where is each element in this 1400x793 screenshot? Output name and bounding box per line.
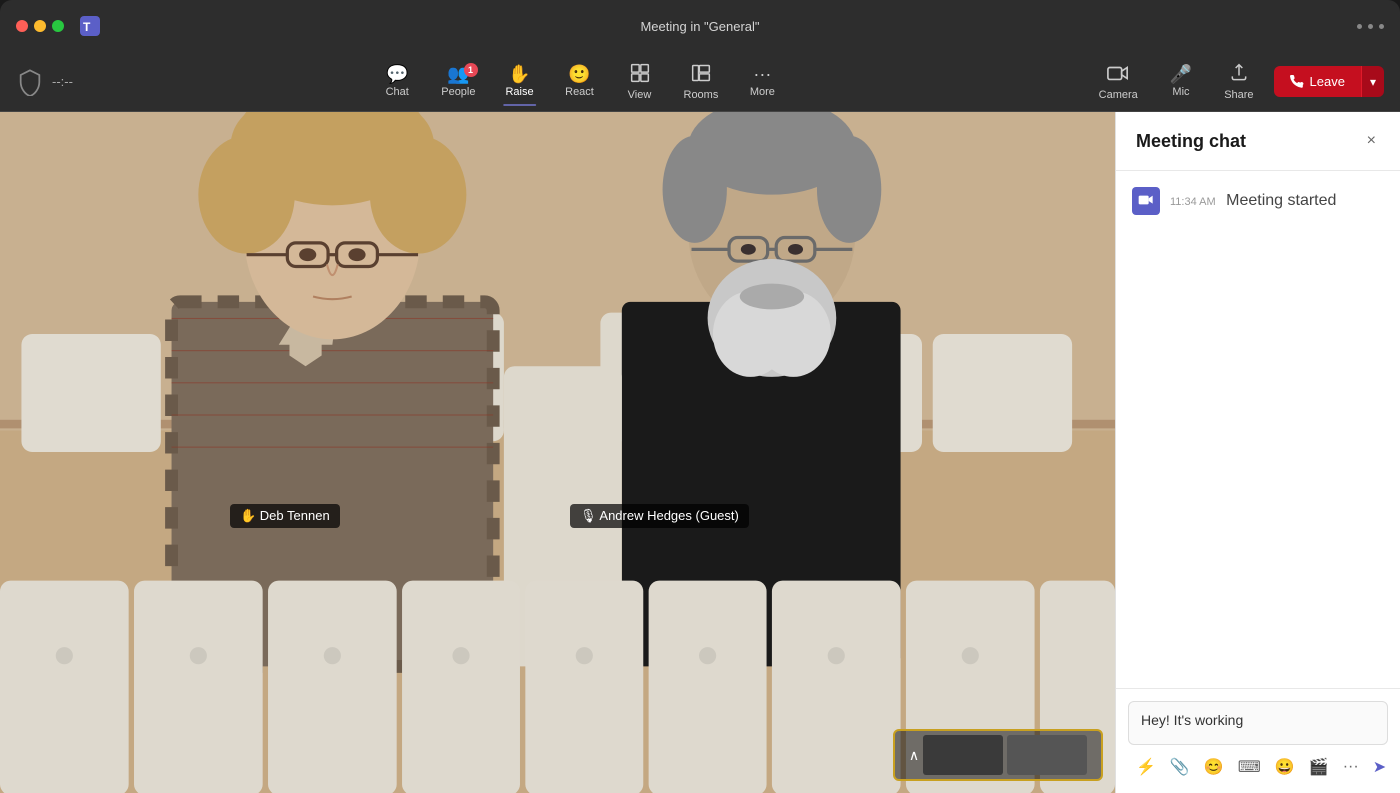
person-left-name: ✋ Deb Tennen bbox=[230, 504, 340, 528]
camera-icon bbox=[1107, 63, 1129, 86]
people-button[interactable]: 👥 People 1 bbox=[429, 61, 487, 102]
react-label: React bbox=[565, 86, 594, 98]
video-area: ✋ Deb Tennen 🎙 Andrew Hedges (Guest) ∧ bbox=[0, 112, 1115, 793]
chat-close-button[interactable]: × bbox=[1363, 128, 1380, 154]
svg-text:T: T bbox=[83, 20, 91, 34]
teams-logo-icon: T bbox=[80, 16, 100, 36]
people-label: People bbox=[441, 86, 475, 98]
toolbar-center: 💬 Chat 👥 People 1 ✋ Raise 🙂 React bbox=[369, 59, 790, 105]
menu-dot-3 bbox=[1379, 24, 1384, 29]
mic-button[interactable]: 🎤 Mic bbox=[1158, 61, 1204, 102]
rooms-icon bbox=[691, 63, 711, 86]
share-button[interactable]: Share bbox=[1212, 59, 1265, 105]
more-icon: ··· bbox=[753, 65, 771, 83]
chat-messages: 11:34 AM Meeting started bbox=[1116, 171, 1400, 688]
rooms-label: Rooms bbox=[684, 89, 719, 101]
thumbnail-preview-2 bbox=[1007, 735, 1087, 775]
meeting-timer: --:-- bbox=[52, 74, 73, 89]
person-right-name: 🎙 Andrew Hedges (Guest) bbox=[570, 504, 749, 528]
meeting-started-icon bbox=[1132, 187, 1160, 215]
menu-dot-1 bbox=[1357, 24, 1362, 29]
video-canvas bbox=[0, 112, 1115, 793]
rooms-button[interactable]: Rooms bbox=[672, 59, 731, 105]
thumbnail-bar[interactable]: ∧ bbox=[893, 729, 1103, 781]
chat-panel: Meeting chat × 11:34 AM Meeting started … bbox=[1115, 112, 1400, 793]
attach-button[interactable]: 📎 bbox=[1164, 753, 1196, 781]
giphy-button[interactable]: ⌨ bbox=[1232, 753, 1267, 781]
share-label: Share bbox=[1224, 89, 1253, 101]
camera-button[interactable]: Camera bbox=[1087, 59, 1150, 105]
titlebar: T Meeting in "General" bbox=[0, 0, 1400, 52]
view-label: View bbox=[628, 89, 652, 101]
sticker-button[interactable]: 😀 bbox=[1269, 753, 1301, 781]
more-label: More bbox=[750, 86, 775, 98]
thumbnail-preview bbox=[923, 735, 1003, 775]
react-icon: 🙂 bbox=[568, 65, 590, 83]
minimize-window-button[interactable] bbox=[34, 20, 46, 32]
maximize-window-button[interactable] bbox=[52, 20, 64, 32]
chat-toolbar-icons: ⚡ 📎 😊 ⌨ 😀 🎬 ··· ➤ bbox=[1128, 753, 1388, 781]
main-content: ✋ Deb Tennen 🎙 Andrew Hedges (Guest) ∧ M… bbox=[0, 112, 1400, 793]
chat-system-message: 11:34 AM Meeting started bbox=[1132, 187, 1384, 215]
leave-button-group: Leave ▾ bbox=[1274, 66, 1384, 97]
traffic-lights bbox=[16, 20, 64, 32]
raise-button[interactable]: ✋ Raise bbox=[492, 61, 548, 102]
thumb-chevron-icon[interactable]: ∧ bbox=[909, 747, 919, 764]
leave-label: Leave bbox=[1310, 74, 1345, 89]
mic-icon: 🎤 bbox=[1170, 65, 1192, 83]
view-icon bbox=[630, 63, 650, 86]
format-button[interactable]: ⚡ bbox=[1130, 753, 1162, 781]
video-clip-button[interactable]: 🎬 bbox=[1303, 753, 1335, 781]
more-button[interactable]: ··· More bbox=[734, 61, 790, 102]
people-badge: 1 bbox=[464, 63, 478, 77]
camera-label: Camera bbox=[1099, 89, 1138, 101]
chat-input[interactable]: Hey! It's working bbox=[1128, 701, 1388, 745]
meeting-title: Meeting in "General" bbox=[640, 19, 759, 34]
toolbar-right: Camera 🎤 Mic Share Leave bbox=[1087, 59, 1384, 105]
system-message-text: 11:34 AM Meeting started bbox=[1170, 192, 1336, 210]
mic-label: Mic bbox=[1172, 86, 1189, 98]
leave-chevron-button[interactable]: ▾ bbox=[1361, 66, 1384, 97]
raise-label: Raise bbox=[505, 86, 533, 98]
view-button[interactable]: View bbox=[612, 59, 668, 105]
toolbar: --:-- 💬 Chat 👥 People 1 ✋ Raise 🙂 React bbox=[0, 52, 1400, 112]
chat-icon: 💬 bbox=[386, 65, 408, 83]
raise-icon: ✋ bbox=[508, 65, 530, 83]
chat-time: 11:34 AM bbox=[1170, 196, 1216, 208]
emoji-button[interactable]: 😊 bbox=[1198, 753, 1230, 781]
react-button[interactable]: 🙂 React bbox=[552, 61, 608, 102]
toolbar-left: --:-- bbox=[16, 68, 73, 96]
chat-event: Meeting started bbox=[1226, 192, 1336, 209]
close-window-button[interactable] bbox=[16, 20, 28, 32]
titlebar-right bbox=[1357, 24, 1384, 29]
chat-panel-title: Meeting chat bbox=[1136, 131, 1246, 152]
phone-icon bbox=[1290, 75, 1304, 89]
titlebar-left: T bbox=[16, 16, 100, 36]
send-message-button[interactable]: ➤ bbox=[1367, 753, 1392, 781]
more-chat-options-button[interactable]: ··· bbox=[1337, 754, 1365, 780]
chat-button[interactable]: 💬 Chat bbox=[369, 61, 425, 102]
chat-header: Meeting chat × bbox=[1116, 112, 1400, 171]
menu-dot-2 bbox=[1368, 24, 1373, 29]
shield-icon bbox=[16, 68, 44, 96]
leave-button[interactable]: Leave bbox=[1274, 66, 1361, 97]
share-icon bbox=[1229, 63, 1249, 86]
video-background: ✋ Deb Tennen 🎙 Andrew Hedges (Guest) ∧ bbox=[0, 112, 1115, 793]
chat-input-area: Hey! It's working ⚡ 📎 😊 ⌨ 😀 🎬 ··· ➤ bbox=[1116, 688, 1400, 793]
chat-label: Chat bbox=[386, 86, 409, 98]
